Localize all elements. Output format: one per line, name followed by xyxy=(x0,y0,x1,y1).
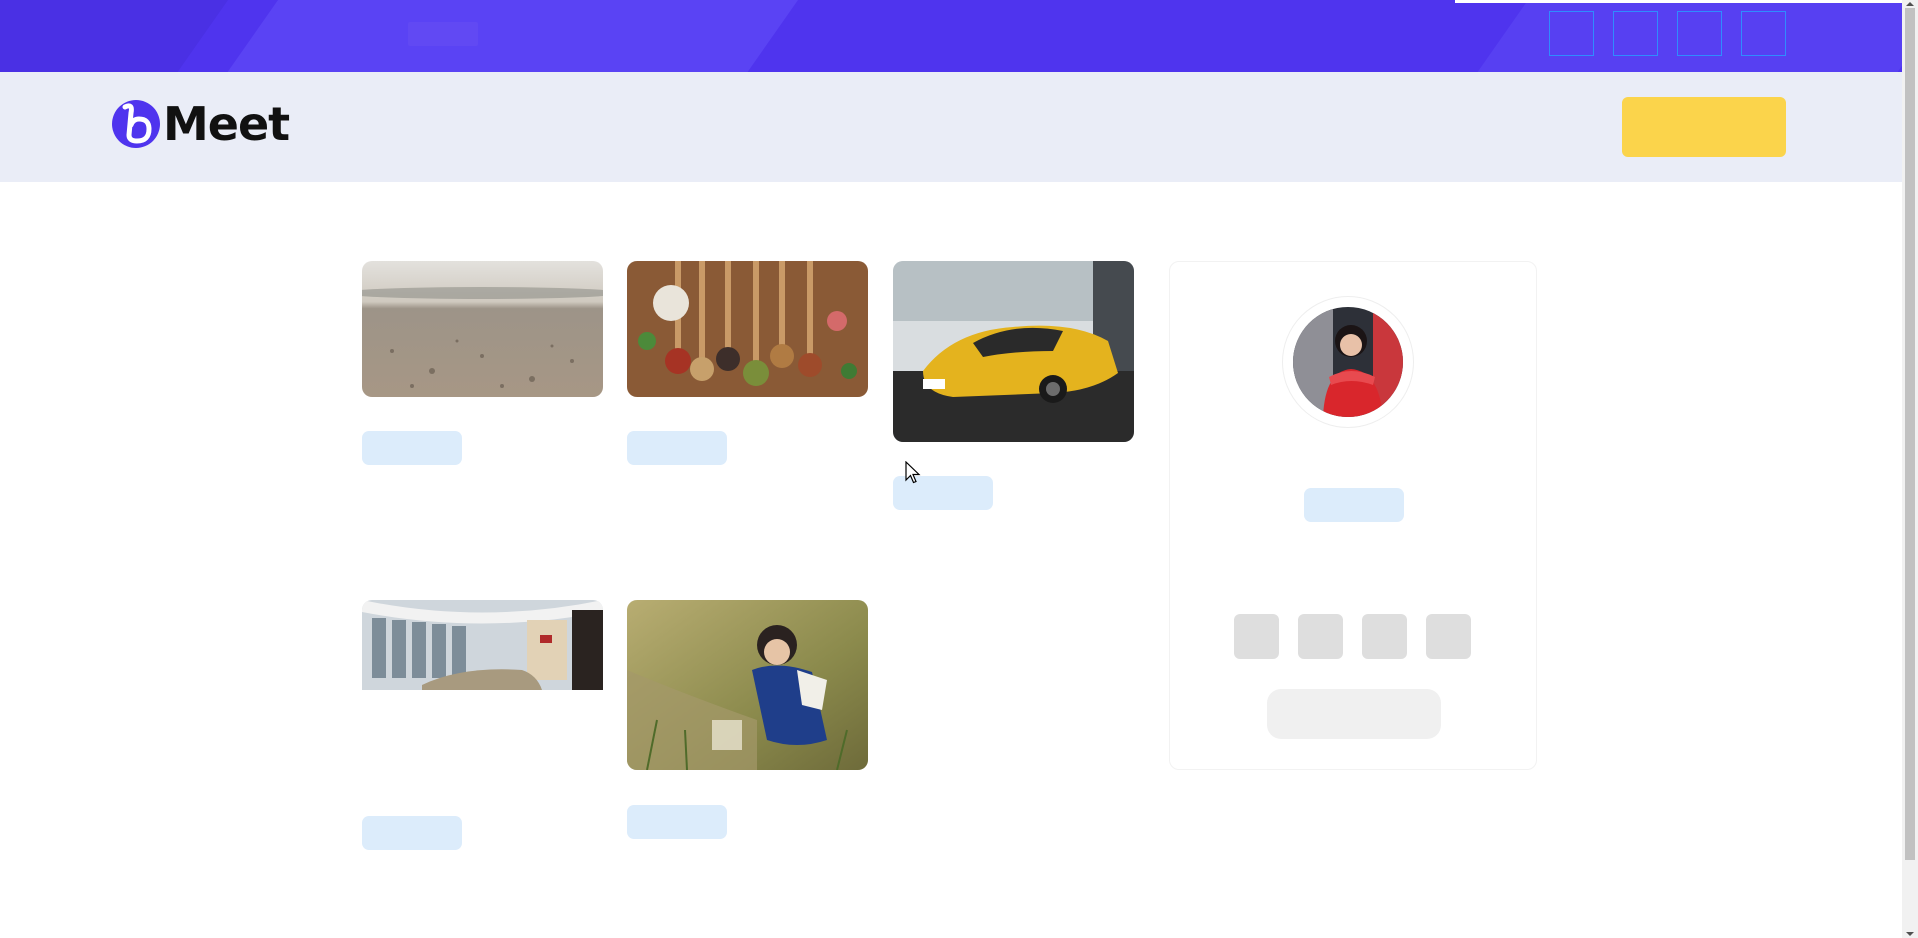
profile-social-links xyxy=(1234,614,1471,659)
profile-social-link-4[interactable] xyxy=(1426,614,1471,659)
woman-in-red-dress-photo xyxy=(1293,307,1403,417)
car-showroom-interior-photo[interactable] xyxy=(362,600,603,690)
category-tag[interactable] xyxy=(627,805,727,839)
yellow-sports-car-photo[interactable] xyxy=(893,261,1134,442)
profile-social-link-1[interactable] xyxy=(1234,614,1279,659)
profile-card xyxy=(1169,261,1537,770)
category-tag[interactable] xyxy=(362,431,462,465)
top-bar xyxy=(0,0,1902,72)
gallery-card[interactable] xyxy=(627,600,868,839)
gallery-card[interactable] xyxy=(362,600,603,850)
header-cta-button[interactable] xyxy=(1622,97,1786,157)
scroll-up-arrow-icon[interactable] xyxy=(1906,2,1914,6)
social-link-4[interactable] xyxy=(1741,11,1786,56)
category-tag[interactable] xyxy=(362,816,462,850)
social-link-3[interactable] xyxy=(1677,11,1722,56)
topbar-text-placeholder xyxy=(408,22,478,46)
site-header: Meet xyxy=(0,72,1902,182)
gallery-card[interactable] xyxy=(893,261,1134,510)
social-link-2[interactable] xyxy=(1613,11,1658,56)
spices-on-wooden-spoons-photo[interactable] xyxy=(627,261,868,397)
category-tag[interactable] xyxy=(627,431,727,465)
logo-text: Meet xyxy=(163,97,290,151)
avatar-frame xyxy=(1282,296,1414,428)
profile-social-link-3[interactable] xyxy=(1362,614,1407,659)
profile-action-button[interactable] xyxy=(1267,689,1441,739)
page-scrollbar[interactable] xyxy=(1902,0,1918,938)
profile-name xyxy=(1304,488,1404,522)
scroll-down-arrow-icon[interactable] xyxy=(1906,932,1914,936)
gallery-card[interactable] xyxy=(362,261,603,465)
loading-progress-line xyxy=(1455,0,1902,3)
logo-mark-icon xyxy=(112,100,160,148)
profile-social-link-2[interactable] xyxy=(1298,614,1343,659)
mouse-cursor-icon xyxy=(905,461,921,484)
site-logo[interactable]: Meet xyxy=(111,97,290,151)
scrollbar-thumb[interactable] xyxy=(1905,8,1915,860)
avatar[interactable] xyxy=(1293,307,1403,417)
sandy-beach-closeup-photo[interactable] xyxy=(362,261,603,397)
gallery-card[interactable] xyxy=(627,261,868,465)
social-link-1[interactable] xyxy=(1549,11,1594,56)
child-crouching-by-water-photo[interactable] xyxy=(627,600,868,770)
topbar-social-links xyxy=(1549,11,1786,56)
